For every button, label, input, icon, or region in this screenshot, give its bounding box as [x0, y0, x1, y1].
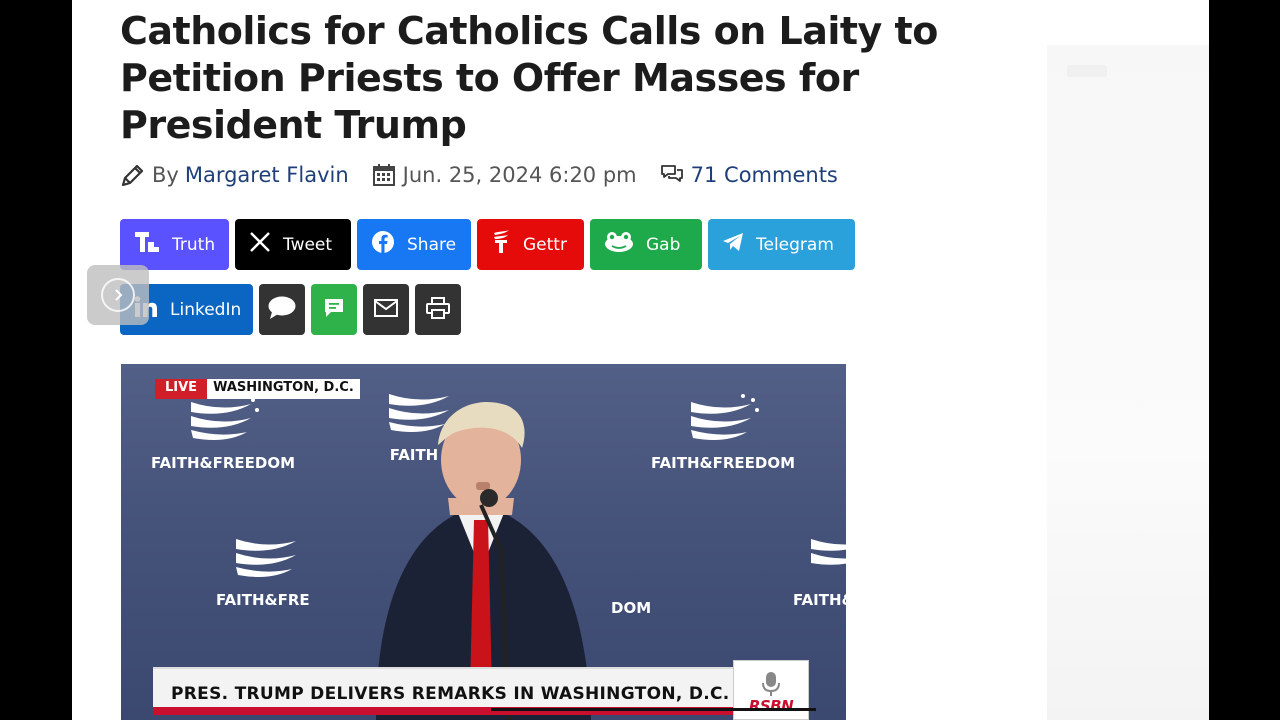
date-group: Jun. 25, 2024 6:20 pm: [371, 162, 637, 188]
share-row-primary: Truth Tweet Share Gettr Gab Telegram: [120, 219, 855, 270]
backdrop-logo-right-text: FAITH&FREEDOM: [651, 454, 796, 472]
sidebar-placeholder: [1047, 45, 1209, 720]
publish-date: Jun. 25, 2024 6:20 pm: [402, 163, 637, 187]
share-tweet-label: Tweet: [283, 234, 333, 255]
live-label: LIVE: [155, 379, 208, 399]
share-tweet-button[interactable]: Tweet: [235, 219, 351, 270]
faith-freedom-wave-icon: [691, 394, 759, 440]
share-truth-label: Truth: [172, 234, 216, 255]
share-email-button[interactable]: [363, 284, 409, 335]
backdrop-logo-lower-right: FAITH&: [793, 529, 846, 609]
pencil-icon: [120, 162, 146, 188]
live-location: WASHINGTON, D.C.: [207, 379, 360, 399]
share-sms-button[interactable]: [311, 284, 357, 335]
share-telegram-button[interactable]: Telegram: [708, 219, 855, 270]
share-truth-button[interactable]: Truth: [120, 219, 229, 270]
gettr-icon: [491, 229, 511, 260]
backdrop-logo-lower-right-text: FAITH&: [793, 591, 846, 609]
backdrop-logo-lower-left: FAITH&FRE: [216, 529, 326, 609]
gab-frog-icon: [604, 231, 634, 258]
article-meta: By Margaret Flavin Jun. 25, 2024 6:20 pm…: [120, 160, 860, 190]
backdrop-logo: FAITH&FREEDOM: [151, 392, 296, 472]
faith-freedom-wave-icon: [191, 394, 259, 440]
sidebar-ghost: [1067, 65, 1107, 77]
print-button[interactable]: [415, 284, 461, 335]
channel-logo: RSBN: [733, 660, 809, 720]
printer-icon: [426, 296, 450, 323]
share-gettr-button[interactable]: Gettr: [477, 219, 584, 270]
telegram-plane-icon: [722, 232, 744, 257]
x-icon: [249, 231, 271, 258]
author-group: By Margaret Flavin: [120, 162, 349, 188]
share-telegram-label: Telegram: [756, 234, 834, 255]
sms-icon: [323, 297, 345, 323]
floating-overlay-button[interactable]: [87, 265, 149, 325]
faith-freedom-wave-icon: [811, 539, 846, 565]
share-gettr-label: Gettr: [523, 234, 567, 255]
featured-video[interactable]: FAITH&FREEDOM FAITH FAITH&FREEDOM FAITH&…: [121, 364, 846, 720]
share-row-secondary: LinkedIn: [120, 284, 461, 335]
comments-group: 71 Comments: [659, 162, 838, 188]
video-scrubber[interactable]: [491, 708, 816, 711]
comments-icon: [659, 162, 685, 188]
share-comment-button[interactable]: [259, 284, 305, 335]
article-title: Catholics for Catholics Calls on Laity t…: [120, 9, 938, 147]
share-facebook-button[interactable]: Share: [357, 219, 471, 270]
article-page: Catholics for Catholics Calls on Laity t…: [72, 0, 1209, 720]
channel-name: RSBN: [748, 697, 794, 715]
share-linkedin-label: LinkedIn: [170, 299, 242, 320]
facebook-icon: [371, 230, 395, 259]
backdrop-logo-text: FAITH&FREEDOM: [151, 454, 296, 472]
share-facebook-label: Share: [407, 234, 457, 255]
faith-freedom-wave-icon: [236, 539, 296, 577]
lower-third-text: PRES. TRUMP DELIVERS REMARKS IN WASHINGT…: [171, 684, 730, 704]
chevron-right-icon: [101, 278, 135, 312]
calendar-icon: [371, 162, 397, 188]
microphone-icon: [762, 672, 780, 696]
live-badge: LIVE WASHINGTON, D.C.: [155, 379, 360, 399]
author-link[interactable]: Margaret Flavin: [185, 163, 349, 187]
backdrop-logo-right: FAITH&FREEDOM: [651, 392, 796, 472]
share-gab-button[interactable]: Gab: [590, 219, 702, 270]
comments-link[interactable]: 71 Comments: [691, 163, 838, 187]
envelope-icon: [374, 298, 398, 321]
share-gab-label: Gab: [646, 234, 681, 255]
truth-social-icon: [134, 230, 160, 259]
speech-bubble-icon: [267, 295, 297, 325]
backdrop-logo-lower-left-text: FAITH&FRE: [216, 591, 310, 609]
by-label: By: [152, 163, 179, 187]
